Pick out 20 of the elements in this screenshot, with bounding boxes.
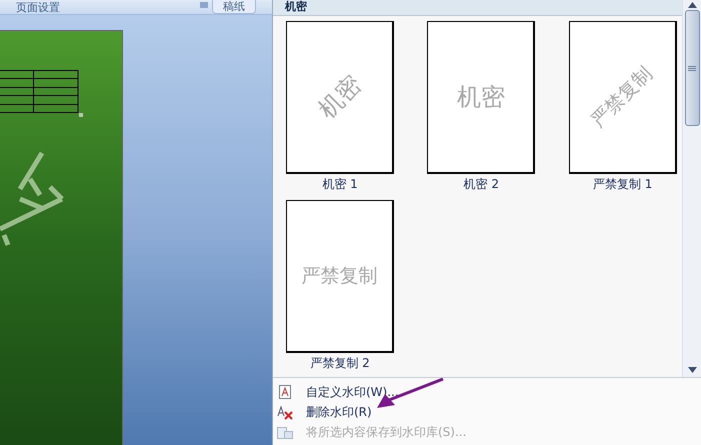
menu-item[interactable]: 删除水印(R) [273,402,701,422]
watermark-preview-text: 机密 [312,69,368,126]
save-to-gallery-icon [277,425,293,439]
ribbon-tab[interactable]: 稿纸 [212,0,256,14]
scrollbar[interactable] [682,0,701,377]
option-caption: 严禁复制 1 [592,176,652,192]
scroll-up-icon[interactable] [688,2,696,8]
scroll-down-icon[interactable] [688,367,696,373]
option-caption: 严禁复制 2 [310,355,370,371]
document-icon [279,385,291,399]
option-caption: 机密 1 [322,176,358,192]
grip-icon [688,66,696,70]
watermark-preview-text: 严禁复制 [586,61,658,134]
watermark-preview-text: 机密 [456,82,505,113]
option-caption: 机密 2 [464,176,500,192]
group-label: 页面设置 [16,1,61,14]
watermark-preview-text: 严禁复制 [302,264,378,289]
gallery-category-header: 机密 [273,0,682,16]
delete-watermark-icon [277,404,293,420]
scroll-thumb[interactable] [684,10,700,126]
